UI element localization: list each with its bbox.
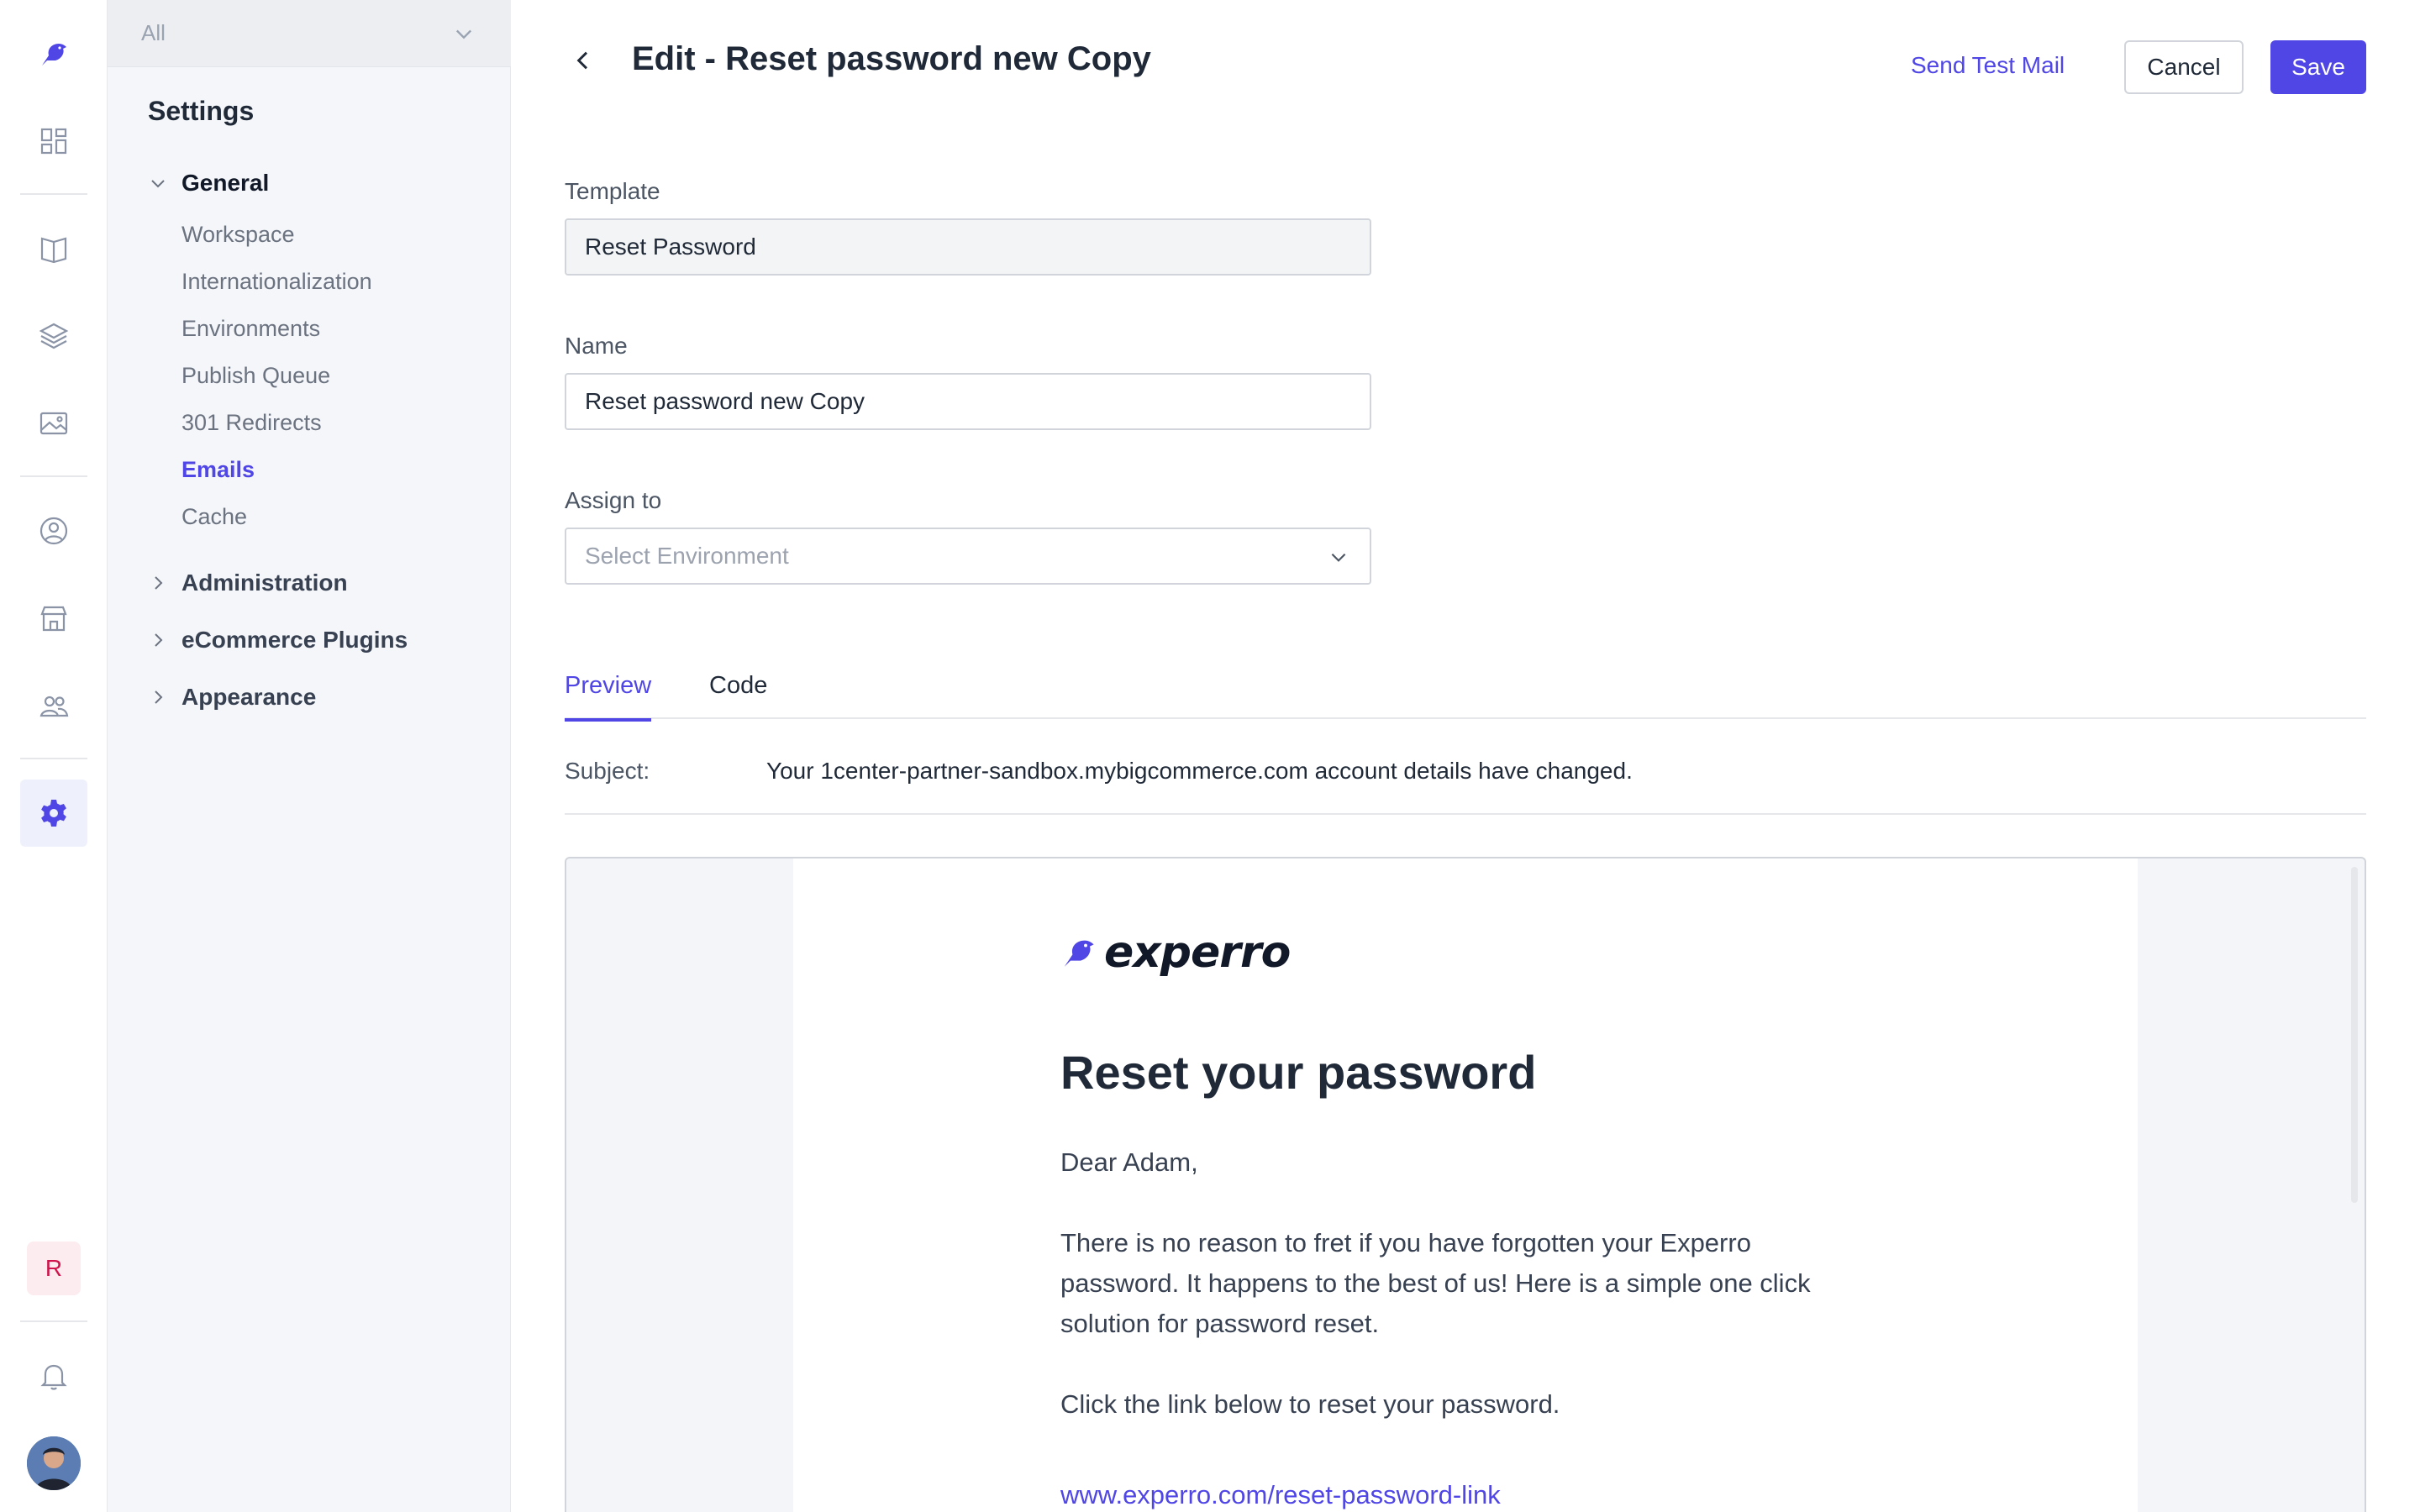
settings-gear-icon[interactable]: [20, 780, 87, 847]
assign-to-label: Assign to: [565, 487, 662, 513]
rail-divider: [20, 758, 87, 759]
sidebar-item-environments[interactable]: Environments: [182, 316, 320, 342]
sidebar-item-301-redirects[interactable]: 301 Redirects: [182, 410, 322, 436]
send-test-mail-button[interactable]: Send Test Mail: [1911, 52, 2065, 79]
nav-group-administration[interactable]: Administration: [148, 570, 348, 596]
book-icon[interactable]: [20, 215, 87, 282]
rail-divider: [20, 1320, 87, 1322]
nav-group-ecommerce-plugins[interactable]: eCommerce Plugins: [148, 627, 408, 654]
bird-logo-icon: [1064, 940, 1094, 967]
chevron-right-icon: [155, 576, 163, 590]
email-greeting: Dear Adam,: [1060, 1147, 1198, 1177]
sidebar-item-emails[interactable]: Emails: [182, 457, 255, 483]
email-body: experro Reset your password Dear Adam, T…: [793, 858, 2138, 1512]
save-button[interactable]: Save: [2270, 40, 2366, 94]
chevron-down-icon: [151, 180, 165, 188]
dashboard-icon[interactable]: [20, 108, 87, 175]
main-content: Edit - Reset password new Copy Send Test…: [511, 0, 2420, 1512]
nav-group-appearance[interactable]: Appearance: [148, 684, 316, 711]
template-label: Template: [565, 178, 660, 204]
store-icon[interactable]: [20, 585, 87, 652]
users-icon[interactable]: [20, 672, 87, 739]
image-icon[interactable]: [20, 390, 87, 457]
logo-wordmark: experro: [1104, 927, 1291, 978]
sidebar-title: Settings: [148, 96, 255, 126]
name-field-value: Reset password new Copy: [585, 388, 865, 414]
page-title: Edit - Reset password new Copy: [632, 40, 1151, 77]
assign-environment-placeholder: Select Environment: [585, 543, 789, 569]
tab-preview[interactable]: Preview: [565, 672, 652, 722]
preview-tabs: Preview Code: [565, 655, 2366, 722]
nav-group-label: Appearance: [182, 684, 317, 710]
subject-row: Subject: Your 1center-partner-sandbox.my…: [565, 719, 2366, 815]
nav-group-label: General: [182, 170, 270, 196]
bell-icon[interactable]: [20, 1342, 87, 1410]
email-preview-frame[interactable]: experro Reset your password Dear Adam, T…: [565, 857, 2366, 1512]
user-circle-icon[interactable]: [20, 497, 87, 564]
environment-select-value: All: [141, 20, 166, 45]
avatar[interactable]: [27, 1436, 81, 1490]
nav-group-general[interactable]: General: [148, 170, 269, 197]
rail-divider: [20, 193, 87, 195]
chevron-right-icon: [155, 690, 163, 704]
nav-group-label: eCommerce Plugins: [182, 627, 408, 653]
chevron-down-icon: [1331, 553, 1346, 562]
email-instruction: Click the link below to reset your passw…: [1060, 1389, 1560, 1419]
chevron-down-icon: [456, 29, 471, 39]
chevron-left-icon: [576, 51, 588, 70]
email-heading: Reset your password: [1060, 1046, 1537, 1099]
reset-password-link[interactable]: www.experro.com/reset-password-link: [1060, 1480, 1501, 1510]
workspace-user-badge[interactable]: R: [27, 1242, 81, 1295]
assign-environment-select[interactable]: Select Environment: [565, 528, 1371, 585]
nav-group-label: Administration: [182, 570, 348, 596]
template-field: Reset Password: [565, 218, 1371, 276]
sidebar-item-publish-queue[interactable]: Publish Queue: [182, 363, 330, 389]
bird-logo-icon[interactable]: [20, 20, 87, 87]
name-label: Name: [565, 333, 628, 359]
chevron-right-icon: [155, 633, 163, 647]
icon-rail: R: [0, 0, 108, 1512]
sidebar-item-internationalization[interactable]: Internationalization: [182, 269, 372, 295]
email-paragraph: There is no reason to fret if you have f…: [1060, 1228, 1811, 1338]
subject-value: Your 1center-partner-sandbox.mybigcommer…: [766, 758, 1633, 784]
subject-label: Subject:: [565, 758, 650, 784]
sidebar-item-cache[interactable]: Cache: [182, 504, 247, 530]
sidebar-item-workspace[interactable]: Workspace: [182, 222, 295, 248]
settings-sidebar: All Settings General Workspace Internati…: [108, 0, 511, 1512]
environment-select[interactable]: All: [108, 0, 511, 67]
back-button[interactable]: [565, 42, 602, 79]
template-field-value: Reset Password: [585, 234, 756, 260]
tab-code[interactable]: Code: [709, 672, 767, 718]
layers-icon[interactable]: [20, 302, 87, 370]
rail-divider: [20, 475, 87, 477]
preview-scrollbar[interactable]: [2351, 867, 2358, 1203]
experro-logo: experro: [1060, 927, 1291, 978]
name-field[interactable]: Reset password new Copy: [565, 373, 1371, 430]
cancel-button[interactable]: Cancel: [2124, 40, 2244, 94]
